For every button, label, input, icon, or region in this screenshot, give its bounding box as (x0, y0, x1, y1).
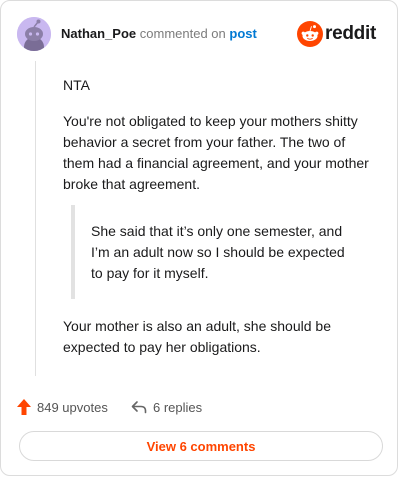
avatar[interactable] (17, 17, 51, 51)
upvote-arrow-icon (17, 399, 31, 415)
comment-card: Nathan_Poe commented on post reddit NTA … (0, 0, 398, 476)
comment-header: Nathan_Poe commented on post reddit (17, 17, 381, 51)
reddit-logo[interactable]: reddit (297, 21, 381, 47)
comment-actions: 849 upvotes 6 replies (17, 397, 381, 417)
upvote-button[interactable]: 849 upvotes (17, 397, 108, 417)
quote-text: She said that it’s only one semester, an… (91, 223, 345, 281)
comment-paragraph: NTA (63, 77, 90, 93)
comment-meta: Nathan_Poe commented on post (61, 26, 257, 42)
post-link[interactable]: post (229, 26, 256, 41)
blockquote: She said that it’s only one semester, an… (71, 205, 363, 299)
replies-button[interactable]: 6 replies (131, 397, 202, 417)
reddit-logo-icon (297, 21, 323, 47)
reddit-wordmark: reddit (325, 23, 376, 44)
action-text: commented on (139, 26, 226, 41)
reply-arrow-icon (131, 401, 147, 414)
upvote-count: 849 upvotes (37, 399, 108, 415)
view-comments-button[interactable]: View 6 comments (19, 431, 383, 461)
reply-count: 6 replies (153, 399, 203, 415)
thread-line[interactable] (35, 61, 36, 376)
comment-paragraph: You're not obligated to keep your mother… (63, 113, 369, 192)
snoo-avatar-icon (17, 17, 51, 51)
username-link[interactable]: Nathan_Poe (61, 26, 136, 41)
comment-paragraph: Your mother is also an adult, she should… (63, 318, 331, 355)
